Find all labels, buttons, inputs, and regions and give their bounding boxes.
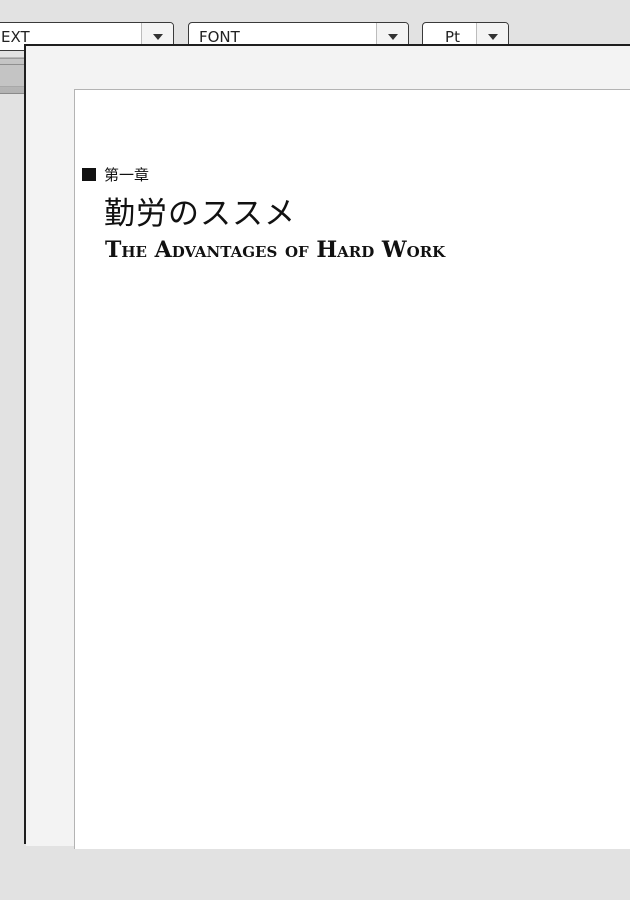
- app-window: EXT FONT Pt 1234567891011: [0, 0, 630, 900]
- chapter-title-english: The Advantages of Hard Work: [105, 237, 446, 263]
- chevron-down-icon: [152, 33, 163, 40]
- chapter-label: 第一章: [104, 166, 150, 184]
- black-square-icon: [82, 168, 96, 181]
- font-value: FONT: [199, 27, 240, 46]
- chevron-down-icon: [487, 33, 498, 40]
- chevron-down-icon: [387, 33, 398, 40]
- font-size-value: Pt: [445, 27, 460, 46]
- paragraph-style-value: EXT: [1, 27, 30, 46]
- chapter-heading: 第一章: [82, 164, 149, 185]
- chapter-title-japanese: 勤労のススメ: [104, 196, 296, 232]
